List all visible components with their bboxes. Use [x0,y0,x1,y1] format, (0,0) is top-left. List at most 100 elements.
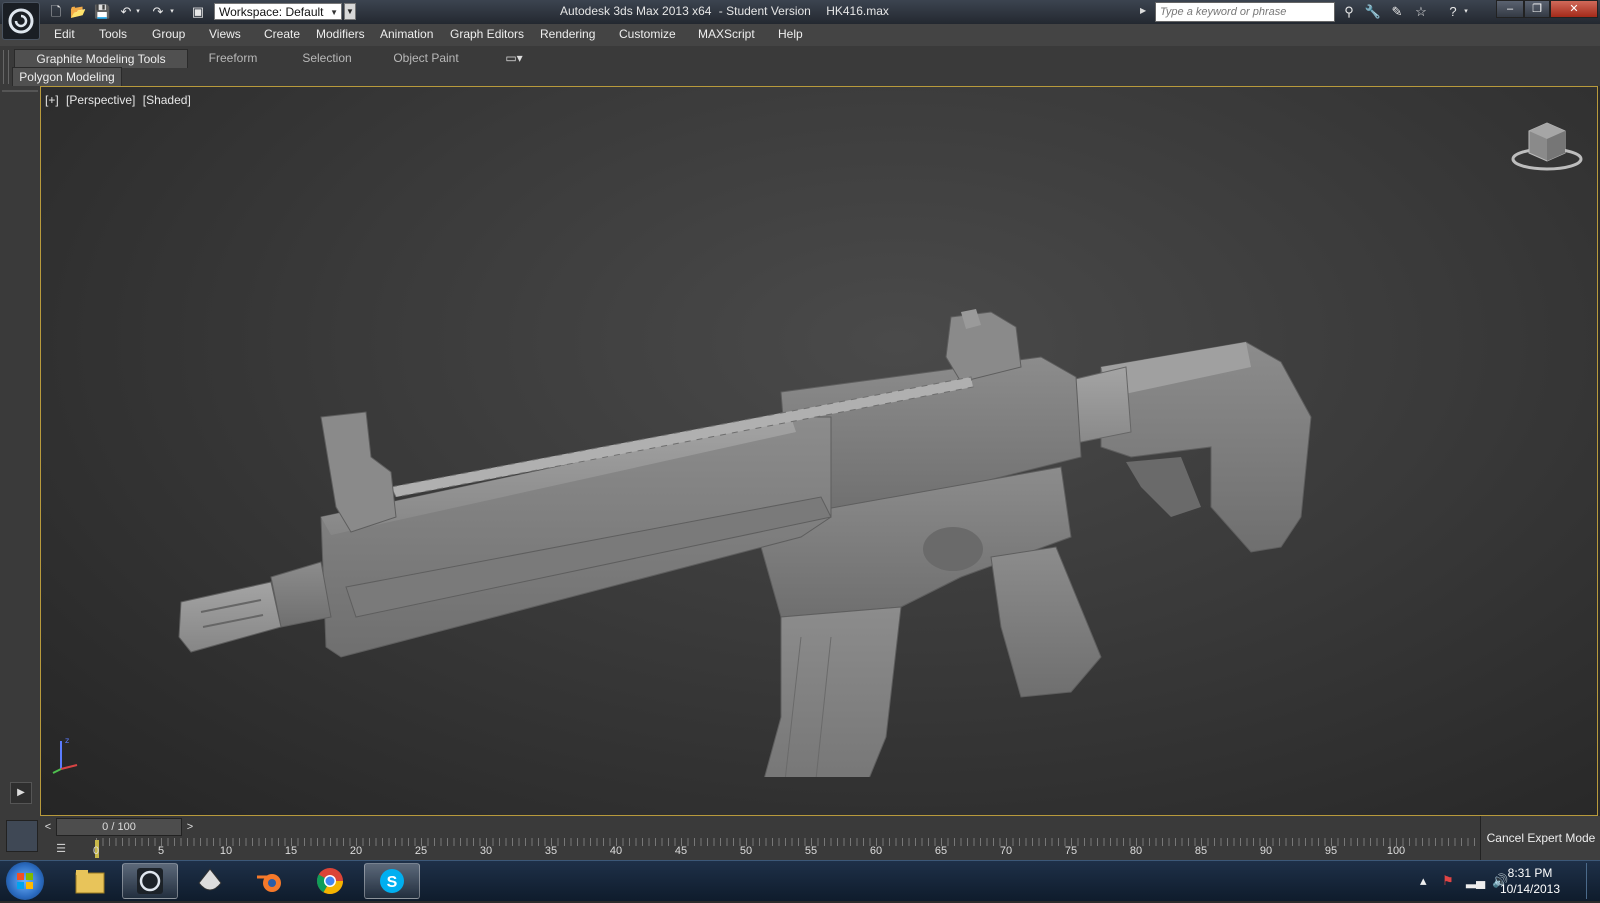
menu-customize[interactable]: Customize [619,27,676,41]
undo-dropdown-icon[interactable]: ▾ [134,4,142,20]
ribbon-options-icon[interactable]: ▭▾ [502,49,526,67]
menu-edit[interactable]: Edit [54,27,75,41]
menu-create[interactable]: Create [264,27,300,41]
application-menu-button[interactable] [2,2,40,40]
ribbon-grip[interactable] [3,50,9,84]
tab-object-paint[interactable]: Object Paint [386,49,466,67]
redo-dropdown-icon[interactable]: ▾ [168,4,176,20]
help-icon[interactable]: ? [1444,3,1462,21]
taskbar-explorer[interactable] [62,863,118,899]
taskbar-chrome[interactable] [302,863,358,899]
show-desktop-button[interactable] [1586,863,1599,899]
communication-center-icon[interactable]: ✎ [1388,3,1406,21]
track-label: 10 [219,845,233,857]
track-label: 95 [1324,845,1338,857]
viewport-menu-plus[interactable]: [+] [45,93,59,107]
ribbon: Graphite Modeling Tools Freeform Selecti… [0,46,1600,87]
track-label: 90 [1259,845,1273,857]
app-title: Autodesk 3ds Max 2013 x64 [560,4,712,18]
viewcube-icon[interactable] [1507,117,1587,177]
track-label: 25 [414,845,428,857]
system-clock[interactable]: 8:31 PM 10/14/2013 [1490,865,1570,897]
window-title: Autodesk 3ds Max 2013 x64 - Student Vers… [560,4,980,18]
track-label: 65 [934,845,948,857]
menu-rendering[interactable]: Rendering [540,27,595,41]
tab-selection[interactable]: Selection [292,49,362,67]
project-folder-icon[interactable]: ▣ [190,4,206,20]
taskbar-3ds-max[interactable] [122,863,178,899]
track-label: 85 [1194,845,1208,857]
menu-help[interactable]: Help [778,27,803,41]
3ds-max-icon [137,868,163,894]
start-button[interactable] [6,862,44,900]
tab-freeform[interactable]: Freeform [198,49,268,67]
clock-date: 10/14/2013 [1499,882,1561,896]
minimize-button[interactable]: – [1496,0,1524,18]
search-expand-icon[interactable]: ▶ [1140,6,1146,15]
save-icon[interactable]: 💾 [94,4,110,20]
undo-icon[interactable]: ↶ [118,4,134,20]
chevron-down-icon: ▼ [330,8,338,17]
tab-graphite-modeling-tools[interactable]: Graphite Modeling Tools [14,49,188,68]
clock-time: 8:31 PM [1507,866,1553,880]
binoculars-icon[interactable]: ⚲ [1340,3,1358,21]
windows-logo-icon [17,873,33,889]
open-file-icon[interactable]: 📂 [70,4,86,20]
menu-modifiers[interactable]: Modifiers [316,27,365,41]
cancel-expert-mode-button[interactable]: Cancel Expert Mode [1480,816,1600,860]
chrome-icon [316,868,344,895]
menu-animation[interactable]: Animation [380,27,433,41]
track-ticks [96,838,1480,846]
tray-expand-icon[interactable]: ▴ [1420,873,1427,889]
track-label: 100 [1386,845,1406,857]
track-bar-filter-icon[interactable]: ☰ [50,842,72,858]
time-slider-prev-button[interactable]: < [40,818,56,836]
svg-text:S: S [387,874,398,891]
close-button[interactable]: ✕ [1550,0,1598,18]
left-dock-strip: ▶ [0,86,40,816]
quick-access-dropdown[interactable]: ▼ [344,3,356,20]
folder-icon [75,870,105,894]
taskbar-skype[interactable]: S [364,863,420,899]
hk416-model[interactable] [141,217,1381,777]
subscription-icon[interactable]: 🔧 [1364,3,1382,21]
taskbar-inkscape[interactable] [182,863,238,899]
favorites-star-icon[interactable]: ☆ [1412,3,1430,21]
axis-z-label: z [65,736,69,745]
track-label: 30 [479,845,493,857]
viewport-shading-label[interactable]: [Shaded] [143,93,191,107]
track-label: 45 [674,845,688,857]
track-label: 75 [1064,845,1078,857]
search-input[interactable]: Type a keyword or phrase [1155,2,1335,22]
redo-icon[interactable]: ↷ [150,4,166,20]
viewport-view-label[interactable]: [Perspective] [66,93,135,107]
menu-tools[interactable]: Tools [99,27,127,41]
help-dropdown-icon[interactable]: ▾ [1462,3,1470,21]
timeline-panel: < 0 / 100 > ☰ 0 5 10 15 20 25 30 35 40 45 50 55 60 65… [0,816,1600,860]
menu-graph-editors[interactable]: Graph Editors [450,27,524,41]
menu-bar: Edit Tools Group Views Create Modifiers … [0,24,1600,47]
menu-group[interactable]: Group [152,27,185,41]
network-icon[interactable]: ▂▄ [1466,873,1485,889]
expand-panel-button[interactable]: ▶ [10,782,32,804]
axis-tripod-icon: z [52,736,78,774]
action-center-icon[interactable]: ⚑ [1442,873,1454,889]
perspective-viewport[interactable]: [+] [Perspective] [Shaded] z [40,86,1598,816]
polygon-modeling-panel[interactable]: Polygon Modeling [12,67,122,87]
mini-listener[interactable] [6,820,38,852]
track-label: 15 [284,845,298,857]
taskbar-blender[interactable] [242,863,298,899]
menu-maxscript[interactable]: MAXScript [698,27,755,41]
track-label: 20 [349,845,363,857]
menu-views[interactable]: Views [209,27,241,41]
workspace-select[interactable]: Workspace: Default ▼ [214,3,342,20]
new-file-icon[interactable]: 🗋 [48,4,64,20]
track-label: 80 [1129,845,1143,857]
3ds-max-logo-icon [8,8,34,34]
time-slider-next-button[interactable]: > [182,818,198,836]
restore-button[interactable]: ❐ [1524,0,1550,18]
track-bar[interactable]: 0 5 10 15 20 25 30 35 40 45 50 55 60 65 70 75 80 85 90 95 10… [93,838,1480,860]
time-slider[interactable]: 0 / 100 [56,818,182,836]
track-label: 5 [157,845,165,857]
viewport-label[interactable]: [+] [Perspective] [Shaded] [45,93,195,107]
